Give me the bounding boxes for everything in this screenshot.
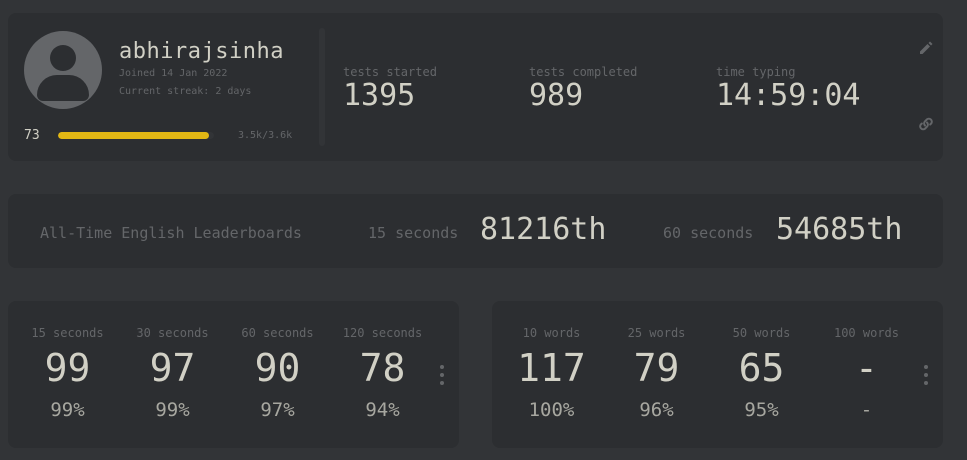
edit-profile-button[interactable]: [916, 38, 936, 58]
pb-wpm: 65: [738, 346, 785, 390]
avatar-shoulders: [37, 75, 89, 101]
more-options-time-button[interactable]: [437, 365, 447, 385]
pb-accuracy: -: [860, 399, 873, 421]
copy-link-button[interactable]: [916, 114, 936, 134]
pb-label: 30 seconds: [136, 326, 209, 340]
pb-wpm: 117: [517, 346, 586, 390]
lb-60s-label: 60 seconds: [663, 224, 754, 242]
dot-icon: [924, 365, 928, 369]
tests-completed-label: tests completed: [529, 65, 638, 79]
tests-completed-value: 989: [529, 78, 584, 113]
pencil-icon: [920, 41, 933, 54]
pb-label: 15 seconds: [31, 326, 104, 340]
pb-accuracy: 97%: [260, 399, 295, 421]
pb-accuracy: 95%: [744, 399, 779, 421]
time-typing-value: 14:59:04: [716, 78, 861, 113]
username: abhirajsinha: [119, 39, 284, 64]
pb-accuracy: 96%: [639, 399, 674, 421]
pb-wpm: -: [855, 346, 878, 390]
pb-label: 10 words: [522, 326, 581, 340]
more-options-words-button[interactable]: [921, 365, 931, 385]
tests-started-value: 1395: [343, 78, 416, 113]
time-typing-label: time typing: [716, 65, 796, 79]
pb-label: 100 words: [833, 326, 900, 340]
lb-15s-rank: 81216th: [480, 212, 607, 247]
pb-label: 120 seconds: [342, 326, 423, 340]
dot-icon: [440, 373, 444, 377]
pb-accuracy: 99%: [50, 399, 85, 421]
pb-wpm: 97: [149, 346, 196, 390]
lb-15s-label: 15 seconds: [368, 224, 459, 242]
personal-bests-words-card: 10 words 117 100% 25 words 79 96% 50 wor…: [492, 301, 943, 448]
profile-divider: [319, 28, 325, 146]
lb-60s-rank: 54685th: [776, 212, 903, 247]
pb-wpm: 90: [254, 346, 301, 390]
pb-label: 25 words: [627, 326, 686, 340]
pb-label: 50 words: [732, 326, 791, 340]
pb-wpm: 79: [633, 346, 680, 390]
tests-started-label: tests started: [343, 65, 437, 79]
pb-wpm: 99: [44, 346, 91, 390]
level-number: 73: [24, 128, 40, 143]
dot-icon: [440, 365, 444, 369]
profile-card: abhirajsinha Joined 14 Jan 2022 Current …: [8, 13, 943, 161]
personal-bests-time-card: 15 seconds 99 99% 30 seconds 97 99% 60 s…: [8, 301, 459, 448]
dot-icon: [924, 373, 928, 377]
pb-wpm: 78: [359, 346, 406, 390]
avatar-head: [50, 45, 76, 71]
current-streak: Current streak: 2 days: [119, 86, 252, 97]
avatar: [24, 31, 102, 109]
pb-accuracy: 99%: [155, 399, 190, 421]
pb-accuracy: 94%: [365, 399, 400, 421]
dot-icon: [924, 381, 928, 385]
xp-progress-fill: [58, 132, 210, 139]
joined-date: Joined 14 Jan 2022: [119, 68, 228, 79]
xp-progress-bar: [58, 132, 214, 139]
xp-text: 3.5k/3.6k: [238, 130, 293, 141]
pb-label: 60 seconds: [241, 326, 314, 340]
dot-icon: [440, 381, 444, 385]
leaderboards-title: All-Time English Leaderboards: [40, 224, 302, 242]
pb-accuracy: 100%: [528, 399, 575, 421]
link-icon: [919, 117, 933, 131]
leaderboards-card: All-Time English Leaderboards 15 seconds…: [8, 194, 943, 268]
